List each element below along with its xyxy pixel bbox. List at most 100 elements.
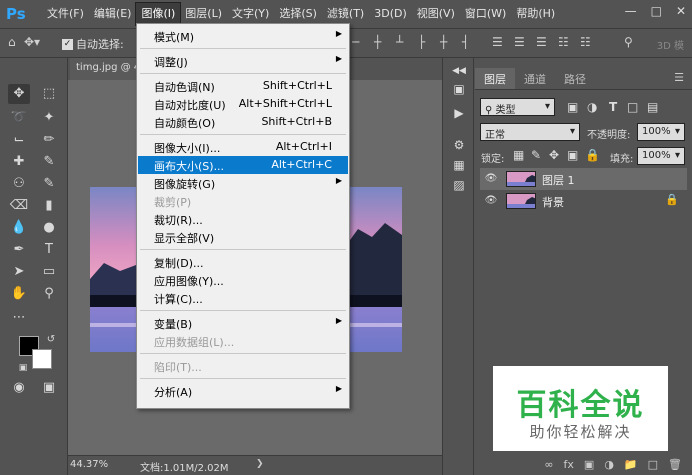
menu-window[interactable]: 窗口(W) bbox=[460, 3, 511, 25]
tab-paths[interactable]: 路径 bbox=[555, 68, 595, 89]
adjustment-layer-icon[interactable]: ◑ bbox=[604, 458, 614, 471]
menu-select[interactable]: 选择(S) bbox=[274, 3, 322, 25]
lock-position-icon[interactable]: ✥ bbox=[549, 148, 559, 162]
image-menu-item[interactable]: 调整(J) ▶ bbox=[138, 52, 348, 70]
magic-wand-tool-icon[interactable]: ✦ bbox=[38, 108, 60, 128]
brush-tool-icon[interactable]: ✎ bbox=[38, 152, 60, 172]
quick-mask-icon[interactable]: ◉ bbox=[8, 378, 30, 398]
type-filter-icon[interactable]: T bbox=[609, 100, 617, 114]
lock-transparent-icon[interactable]: ▦ bbox=[513, 148, 524, 162]
align-bottom-icon[interactable]: ┴ bbox=[396, 35, 403, 49]
properties-panel-icon[interactable]: ⚙ bbox=[450, 136, 468, 154]
layer-row-layer-1[interactable]: 👁 图层 1 bbox=[480, 168, 687, 190]
opacity-field[interactable]: 100% ▾ bbox=[637, 123, 685, 141]
status-arrow-icon[interactable]: ❯ bbox=[256, 459, 264, 469]
image-menu-item[interactable]: 图像大小(I)... Alt+Ctrl+I bbox=[138, 138, 348, 156]
align-right-icon[interactable]: ┤ bbox=[462, 35, 469, 49]
menu-file[interactable]: 文件(F) bbox=[42, 3, 89, 25]
gradient-tool-icon[interactable]: ▮ bbox=[38, 196, 60, 216]
blend-mode-select[interactable]: 正常 ▾ bbox=[480, 123, 580, 141]
new-layer-icon[interactable]: □ bbox=[648, 458, 658, 471]
crop-tool-icon[interactable]: ⌙ bbox=[8, 130, 30, 150]
adjustments-panel-icon[interactable]: ▦ bbox=[450, 156, 468, 174]
align-left-icon[interactable]: ├ bbox=[418, 35, 425, 49]
image-menu-item[interactable]: 变量(B) ▶ bbox=[138, 314, 348, 332]
background-color-swatch[interactable] bbox=[32, 349, 52, 369]
close-icon[interactable]: ✕ bbox=[676, 4, 686, 18]
menu-image[interactable]: 图像(I) bbox=[135, 2, 182, 26]
minimize-icon[interactable]: — bbox=[625, 4, 637, 18]
history-panel-icon[interactable]: ▣ bbox=[450, 80, 468, 98]
image-menu-item[interactable]: 自动颜色(O) Shift+Ctrl+B bbox=[138, 113, 348, 131]
menu-edit[interactable]: 编辑(E) bbox=[89, 3, 137, 25]
adjustment-filter-icon[interactable]: ◑ bbox=[587, 100, 597, 114]
menu-layer[interactable]: 图层(L) bbox=[180, 3, 227, 25]
auto-select-checkbox[interactable]: ✓ 自动选择: bbox=[62, 36, 124, 52]
actions-play-icon[interactable]: ▶ bbox=[450, 104, 468, 122]
clone-stamp-tool-icon[interactable]: ⚇ bbox=[8, 174, 30, 194]
visibility-eye-icon[interactable]: 👁 bbox=[484, 194, 498, 208]
image-menu-item[interactable]: 裁切(R)... bbox=[138, 210, 348, 228]
screen-mode-icon[interactable]: ▣ bbox=[38, 378, 60, 398]
healing-brush-tool-icon[interactable]: ✚ bbox=[8, 152, 30, 172]
path-selection-tool-icon[interactable]: ➤ bbox=[8, 262, 30, 282]
type-tool-icon[interactable]: T bbox=[38, 240, 60, 260]
lasso-tool-icon[interactable]: ➰ bbox=[8, 108, 30, 128]
align-top-icon[interactable]: ─ bbox=[352, 35, 359, 49]
document-tab[interactable]: timg.jpg @ 4 bbox=[70, 58, 140, 80]
swap-colors-icon[interactable]: ↺ bbox=[40, 330, 62, 350]
menu-filter[interactable]: 滤镜(T) bbox=[322, 3, 369, 25]
distribute-left-icon[interactable]: ☷ bbox=[558, 35, 569, 49]
tab-layers[interactable]: 图层 bbox=[475, 68, 515, 89]
more-tools-icon[interactable]: ⋯ bbox=[8, 308, 30, 328]
image-menu-item[interactable]: 显示全部(V) bbox=[138, 228, 348, 246]
move-tool-icon[interactable]: ✥▾ bbox=[24, 35, 40, 49]
zoom-tool-icon[interactable]: ⚲ bbox=[38, 284, 60, 304]
link-layers-icon[interactable]: ∞ bbox=[544, 458, 553, 471]
smart-object-filter-icon[interactable]: ▤ bbox=[647, 100, 658, 114]
distribute-right-icon[interactable]: ☷ bbox=[580, 35, 591, 49]
menu-view[interactable]: 视图(V) bbox=[412, 3, 460, 25]
marquee-tool-icon[interactable]: ⬚ bbox=[38, 84, 60, 104]
image-menu-item[interactable]: 复制(D)... bbox=[138, 253, 348, 271]
lock-image-icon[interactable]: ✎ bbox=[531, 148, 541, 162]
image-menu-item[interactable]: 自动色调(N) Shift+Ctrl+L bbox=[138, 77, 348, 95]
menu-help[interactable]: 帮助(H) bbox=[511, 3, 560, 25]
lock-artboard-icon[interactable]: ▣ bbox=[567, 148, 578, 162]
blur-tool-icon[interactable]: 💧 bbox=[8, 218, 30, 238]
lock-all-icon[interactable]: 🔒 bbox=[585, 148, 600, 162]
panel-menu-icon[interactable]: ☰ bbox=[666, 68, 692, 89]
home-icon[interactable]: ⌂ bbox=[8, 35, 16, 49]
hand-tool-icon[interactable]: ✋ bbox=[8, 284, 30, 304]
layer-row-background[interactable]: 👁 背景 🔒 bbox=[480, 190, 687, 212]
collapse-icon[interactable]: ◀◀ bbox=[450, 62, 468, 80]
distribute-top-icon[interactable]: ☰ bbox=[492, 35, 503, 49]
maximize-icon[interactable]: □ bbox=[651, 4, 662, 18]
align-middle-icon[interactable]: ┼ bbox=[374, 35, 381, 49]
layer-filter-select[interactable]: ⚲ 类型 ▾ bbox=[480, 98, 555, 116]
rectangle-tool-icon[interactable]: ▭ bbox=[38, 262, 60, 282]
new-group-icon[interactable]: 📁 bbox=[624, 458, 638, 471]
layer-name[interactable]: 背景 bbox=[542, 194, 564, 210]
pixel-filter-icon[interactable]: ▣ bbox=[567, 100, 578, 114]
layer-style-icon[interactable]: fx bbox=[564, 458, 574, 471]
image-menu-item[interactable]: 自动对比度(U) Alt+Shift+Ctrl+L bbox=[138, 95, 348, 113]
libraries-panel-icon[interactable]: ▨ bbox=[450, 176, 468, 194]
history-brush-tool-icon[interactable]: ✎ bbox=[38, 174, 60, 194]
image-menu-item[interactable]: 分析(A) ▶ bbox=[138, 382, 348, 400]
eraser-tool-icon[interactable]: ⌫ bbox=[8, 196, 30, 216]
image-menu-item[interactable]: 计算(C)... bbox=[138, 289, 348, 307]
menu-type[interactable]: 文字(Y) bbox=[227, 3, 274, 25]
align-center-icon[interactable]: ┼ bbox=[440, 35, 447, 49]
move-tool-icon[interactable]: ✥ bbox=[8, 84, 30, 104]
distribute-bottom-icon[interactable]: ☰ bbox=[536, 35, 547, 49]
layer-name[interactable]: 图层 1 bbox=[542, 172, 575, 188]
distribute-middle-icon[interactable]: ☰ bbox=[514, 35, 525, 49]
visibility-eye-icon[interactable]: 👁 bbox=[484, 172, 498, 186]
tab-channels[interactable]: 通道 bbox=[515, 68, 555, 89]
image-menu-item[interactable]: 应用图像(Y)... bbox=[138, 271, 348, 289]
image-menu-item[interactable]: 图像旋转(G) ▶ bbox=[138, 174, 348, 192]
dodge-tool-icon[interactable]: ● bbox=[38, 218, 60, 238]
default-colors-icon[interactable]: ▣ bbox=[12, 358, 34, 378]
menu-3d[interactable]: 3D(D) bbox=[369, 3, 412, 25]
